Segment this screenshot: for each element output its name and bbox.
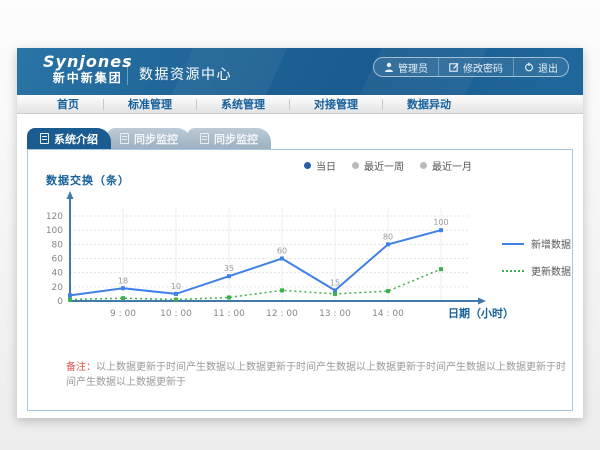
change-password-label: 修改密码 <box>463 60 503 75</box>
content-panel: 当日 最近一周 最近一月 数据交换（条） 0 20 40 60 80 100 120 9 : 00… <box>27 149 573 411</box>
svg-text:15: 15 <box>330 278 340 287</box>
change-password-button[interactable]: 修改密码 <box>438 58 513 76</box>
nav-item-3[interactable]: 对接管理 <box>290 96 382 112</box>
svg-text:20: 20 <box>52 283 64 293</box>
legend-label: 更新数据 <box>531 263 571 278</box>
svg-text:11 : 00: 11 : 00 <box>213 309 245 319</box>
radio-dot-icon <box>420 162 427 169</box>
brand-logo: Synjones 新中新集团 <box>43 53 133 86</box>
logout-button[interactable]: 退出 <box>513 58 568 76</box>
tab-label: 同步监控 <box>214 131 258 147</box>
header-divider <box>127 58 128 85</box>
radio-label: 最近一周 <box>364 158 404 173</box>
radio-label: 当日 <box>316 158 336 173</box>
range-radio-1[interactable]: 最近一周 <box>352 158 404 173</box>
user-icon <box>384 62 394 72</box>
app-header: Synjones 新中新集团 数据资源中心 管理员 修改密码 退出 <box>17 48 583 95</box>
svg-text:120: 120 <box>46 212 63 222</box>
svg-text:日期（小时）: 日期（小时） <box>448 306 514 320</box>
edit-icon <box>449 62 459 72</box>
document-icon <box>200 133 209 144</box>
svg-text:10 : 00: 10 : 00 <box>160 309 192 319</box>
svg-text:40: 40 <box>52 269 64 279</box>
radio-label: 最近一月 <box>432 158 472 173</box>
line-chart: 0 20 40 60 80 100 120 9 : 00 10 : 00 11 : 00 12 : … <box>42 188 522 340</box>
radio-dot-icon <box>304 162 311 169</box>
range-radio-2[interactable]: 最近一月 <box>420 158 472 173</box>
svg-text:100: 100 <box>433 218 448 227</box>
document-icon <box>120 133 129 144</box>
tab-1[interactable]: 同步监控 <box>107 128 191 149</box>
svg-text:60: 60 <box>277 247 287 256</box>
footer-note: 备注：以上数据更新于时间产生数据以上数据更新于时间产生数据以上数据更新于时间产生… <box>66 358 566 388</box>
app-window: Synjones 新中新集团 数据资源中心 管理员 修改密码 退出 首页标准管理… <box>17 48 583 418</box>
legend-label: 新增数据 <box>531 236 571 251</box>
svg-text:18: 18 <box>118 276 128 285</box>
footer-note-prefix: 备注： <box>66 362 96 373</box>
current-user-button[interactable]: 管理员 <box>374 58 438 76</box>
svg-text:100: 100 <box>46 226 63 236</box>
nav-item-4[interactable]: 数据异动 <box>383 96 475 112</box>
chart-y-axis-title: 数据交换（条） <box>46 172 130 188</box>
svg-text:12 : 00: 12 : 00 <box>266 309 298 319</box>
tab-label: 系统介绍 <box>54 131 98 147</box>
svg-text:9 : 00: 9 : 00 <box>110 309 136 319</box>
logo-text-en: Synjones <box>43 53 133 71</box>
svg-text:35: 35 <box>224 264 234 273</box>
main-nav: 首页标准管理系统管理对接管理数据异动 <box>17 95 583 114</box>
svg-text:10: 10 <box>171 282 181 291</box>
footer-note-text: 以上数据更新于时间产生数据以上数据更新于时间产生数据以上数据更新于时间产生数据以… <box>66 362 566 388</box>
user-toolbar: 管理员 修改密码 退出 <box>373 57 569 77</box>
tab-label: 同步监控 <box>134 131 178 147</box>
range-radio-0[interactable]: 当日 <box>304 158 336 173</box>
current-user-label: 管理员 <box>398 60 428 75</box>
chart-legend: 新增数据更新数据 <box>502 236 571 278</box>
page-title: 数据资源中心 <box>139 64 232 84</box>
logout-label: 退出 <box>538 60 558 75</box>
svg-text:80: 80 <box>383 232 393 241</box>
legend-line-sample <box>502 270 524 272</box>
range-filter-group: 当日 最近一周 最近一月 <box>304 158 472 173</box>
legend-item-1[interactable]: 更新数据 <box>502 263 571 278</box>
tab-0[interactable]: 系统介绍 <box>27 128 111 149</box>
nav-item-1[interactable]: 标准管理 <box>104 96 196 112</box>
svg-text:0: 0 <box>57 297 63 307</box>
svg-text:60: 60 <box>52 255 64 265</box>
svg-text:13 : 00: 13 : 00 <box>319 309 351 319</box>
nav-item-2[interactable]: 系统管理 <box>197 96 289 112</box>
legend-item-0[interactable]: 新增数据 <box>502 236 571 251</box>
tab-2[interactable]: 同步监控 <box>187 128 271 149</box>
tab-bar: 系统介绍 同步监控 同步监控 <box>27 128 573 149</box>
document-icon <box>40 133 49 144</box>
power-icon <box>524 62 534 72</box>
svg-text:80: 80 <box>52 240 64 250</box>
nav-item-0[interactable]: 首页 <box>33 96 103 112</box>
logo-text-cn: 新中新集团 <box>43 71 133 86</box>
legend-line-sample <box>502 243 524 245</box>
radio-dot-icon <box>352 162 359 169</box>
svg-text:14 : 00: 14 : 00 <box>372 309 404 319</box>
